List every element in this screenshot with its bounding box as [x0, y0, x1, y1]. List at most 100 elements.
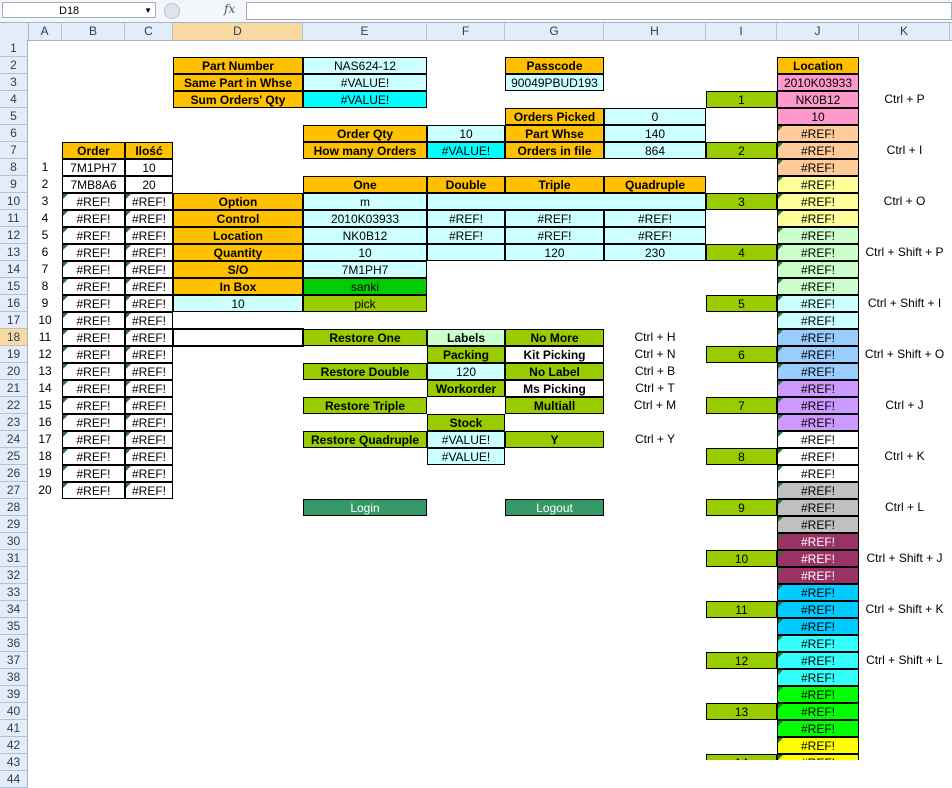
row-header-9[interactable]: 9: [0, 176, 28, 193]
row-header-1[interactable]: 1: [0, 40, 28, 57]
qty-cell: #REF!: [125, 227, 173, 244]
row-header-24[interactable]: 24: [0, 431, 28, 448]
row-header-7[interactable]: 7: [0, 142, 28, 159]
formula-input[interactable]: [246, 2, 952, 20]
row-header-33[interactable]: 33: [0, 584, 28, 601]
slot-number[interactable]: 9: [706, 499, 777, 516]
row-header-29[interactable]: 29: [0, 516, 28, 533]
row-header-20[interactable]: 20: [0, 363, 28, 380]
column-header-c[interactable]: C: [125, 23, 173, 40]
packing-button[interactable]: Packing: [427, 346, 505, 363]
kit-picking-button[interactable]: Kit Picking: [505, 346, 604, 363]
row-header-15[interactable]: 15: [0, 278, 28, 295]
slot-number[interactable]: 1: [706, 91, 777, 108]
slot-number[interactable]: 7: [706, 397, 777, 414]
logout-button[interactable]: Logout: [505, 499, 604, 516]
restore-one-button[interactable]: Restore One: [303, 329, 427, 346]
slot-number[interactable]: 6: [706, 346, 777, 363]
row-header-43[interactable]: 43: [0, 754, 28, 771]
y-button[interactable]: Y: [505, 431, 604, 448]
row-header-31[interactable]: 31: [0, 550, 28, 567]
row-header-16[interactable]: 16: [0, 295, 28, 312]
row-header-41[interactable]: 41: [0, 720, 28, 737]
row-header-21[interactable]: 21: [0, 380, 28, 397]
formula-cancel-icon[interactable]: [164, 3, 180, 19]
slot-number[interactable]: 14: [706, 754, 777, 760]
row-header-30[interactable]: 30: [0, 533, 28, 550]
row-header-26[interactable]: 26: [0, 465, 28, 482]
row-header-39[interactable]: 39: [0, 686, 28, 703]
restore-double-button[interactable]: Restore Double: [303, 363, 427, 380]
column-header-b[interactable]: B: [62, 23, 125, 40]
login-button[interactable]: Login: [303, 499, 427, 516]
slot-number[interactable]: 5: [706, 295, 777, 312]
worksheet-grid[interactable]: Part Number NAS624-12 Same Part in Whse #VA…: [28, 40, 952, 760]
row-header-3[interactable]: 3: [0, 74, 28, 91]
slot-number[interactable]: 2: [706, 142, 777, 159]
column-header-a[interactable]: A: [28, 23, 62, 40]
column-header-k[interactable]: K: [859, 23, 950, 40]
row-header-35[interactable]: 35: [0, 618, 28, 635]
active-cell-d18[interactable]: [172, 328, 304, 347]
column-header-d[interactable]: D: [173, 23, 303, 40]
no-label-button[interactable]: No Label: [505, 363, 604, 380]
row-header-32[interactable]: 32: [0, 567, 28, 584]
multiall-button[interactable]: Multiall: [505, 397, 604, 414]
row-header-10[interactable]: 10: [0, 193, 28, 210]
labels-button[interactable]: Labels: [427, 329, 505, 346]
row-header-27[interactable]: 27: [0, 482, 28, 499]
order-index: 14: [38, 381, 52, 395]
column-header-e[interactable]: E: [303, 23, 427, 40]
insert-function-icon[interactable]: fx: [224, 2, 235, 16]
slot-number[interactable]: 13: [706, 703, 777, 720]
row-header-18[interactable]: 18: [0, 329, 28, 346]
row-header-14[interactable]: 14: [0, 261, 28, 278]
column-header-h[interactable]: H: [604, 23, 706, 40]
row-header-5[interactable]: 5: [0, 108, 28, 125]
row-header-23[interactable]: 23: [0, 414, 28, 431]
slot-number[interactable]: 11: [706, 601, 777, 618]
name-box[interactable]: D18 ▼: [2, 2, 156, 18]
slot-number[interactable]: 12: [706, 652, 777, 669]
row-header-44[interactable]: 44: [0, 771, 28, 788]
column-header-g[interactable]: G: [505, 23, 604, 40]
row-header-34[interactable]: 34: [0, 601, 28, 618]
ms-picking-button[interactable]: Ms Picking: [505, 380, 604, 397]
column-header-f[interactable]: F: [427, 23, 505, 40]
in-box-label: In Box: [173, 278, 303, 295]
restore-quadruple-button[interactable]: Restore Quadruple: [303, 431, 427, 448]
row-header-28[interactable]: 28: [0, 499, 28, 516]
row-header-36[interactable]: 36: [0, 635, 28, 652]
slot-number[interactable]: 4: [706, 244, 777, 261]
row-header-2[interactable]: 2: [0, 57, 28, 74]
no-more-button[interactable]: No More: [505, 329, 604, 346]
row-header-25[interactable]: 25: [0, 448, 28, 465]
row-header-40[interactable]: 40: [0, 703, 28, 720]
row-header-13[interactable]: 13: [0, 244, 28, 261]
location-ref-cell: #REF!: [777, 618, 859, 635]
location-ref-cell: #REF!: [777, 414, 859, 431]
workorder-button[interactable]: Workorder: [427, 380, 505, 397]
restore-triple-button[interactable]: Restore Triple: [303, 397, 427, 414]
row-header-12[interactable]: 12: [0, 227, 28, 244]
row-header-22[interactable]: 22: [0, 397, 28, 414]
row-header-42[interactable]: 42: [0, 737, 28, 754]
row-header-38[interactable]: 38: [0, 669, 28, 686]
stock-button[interactable]: Stock: [427, 414, 505, 431]
qty-cell: #REF!: [125, 448, 173, 465]
column-header-j[interactable]: J: [777, 23, 859, 40]
slot-number[interactable]: 3: [706, 193, 777, 210]
row-header-17[interactable]: 17: [0, 312, 28, 329]
select-all-corner[interactable]: [0, 23, 29, 40]
row-header-19[interactable]: 19: [0, 346, 28, 363]
row-header-4[interactable]: 4: [0, 91, 28, 108]
row-header-8[interactable]: 8: [0, 159, 28, 176]
slot-number[interactable]: 10: [706, 550, 777, 567]
shortcut-label: Ctrl + Shift + K: [865, 602, 944, 616]
slot-number[interactable]: 8: [706, 448, 777, 465]
row-header-37[interactable]: 37: [0, 652, 28, 669]
column-header-i[interactable]: I: [706, 23, 777, 40]
chevron-down-icon[interactable]: ▼: [144, 3, 152, 19]
row-header-6[interactable]: 6: [0, 125, 28, 142]
row-header-11[interactable]: 11: [0, 210, 28, 227]
